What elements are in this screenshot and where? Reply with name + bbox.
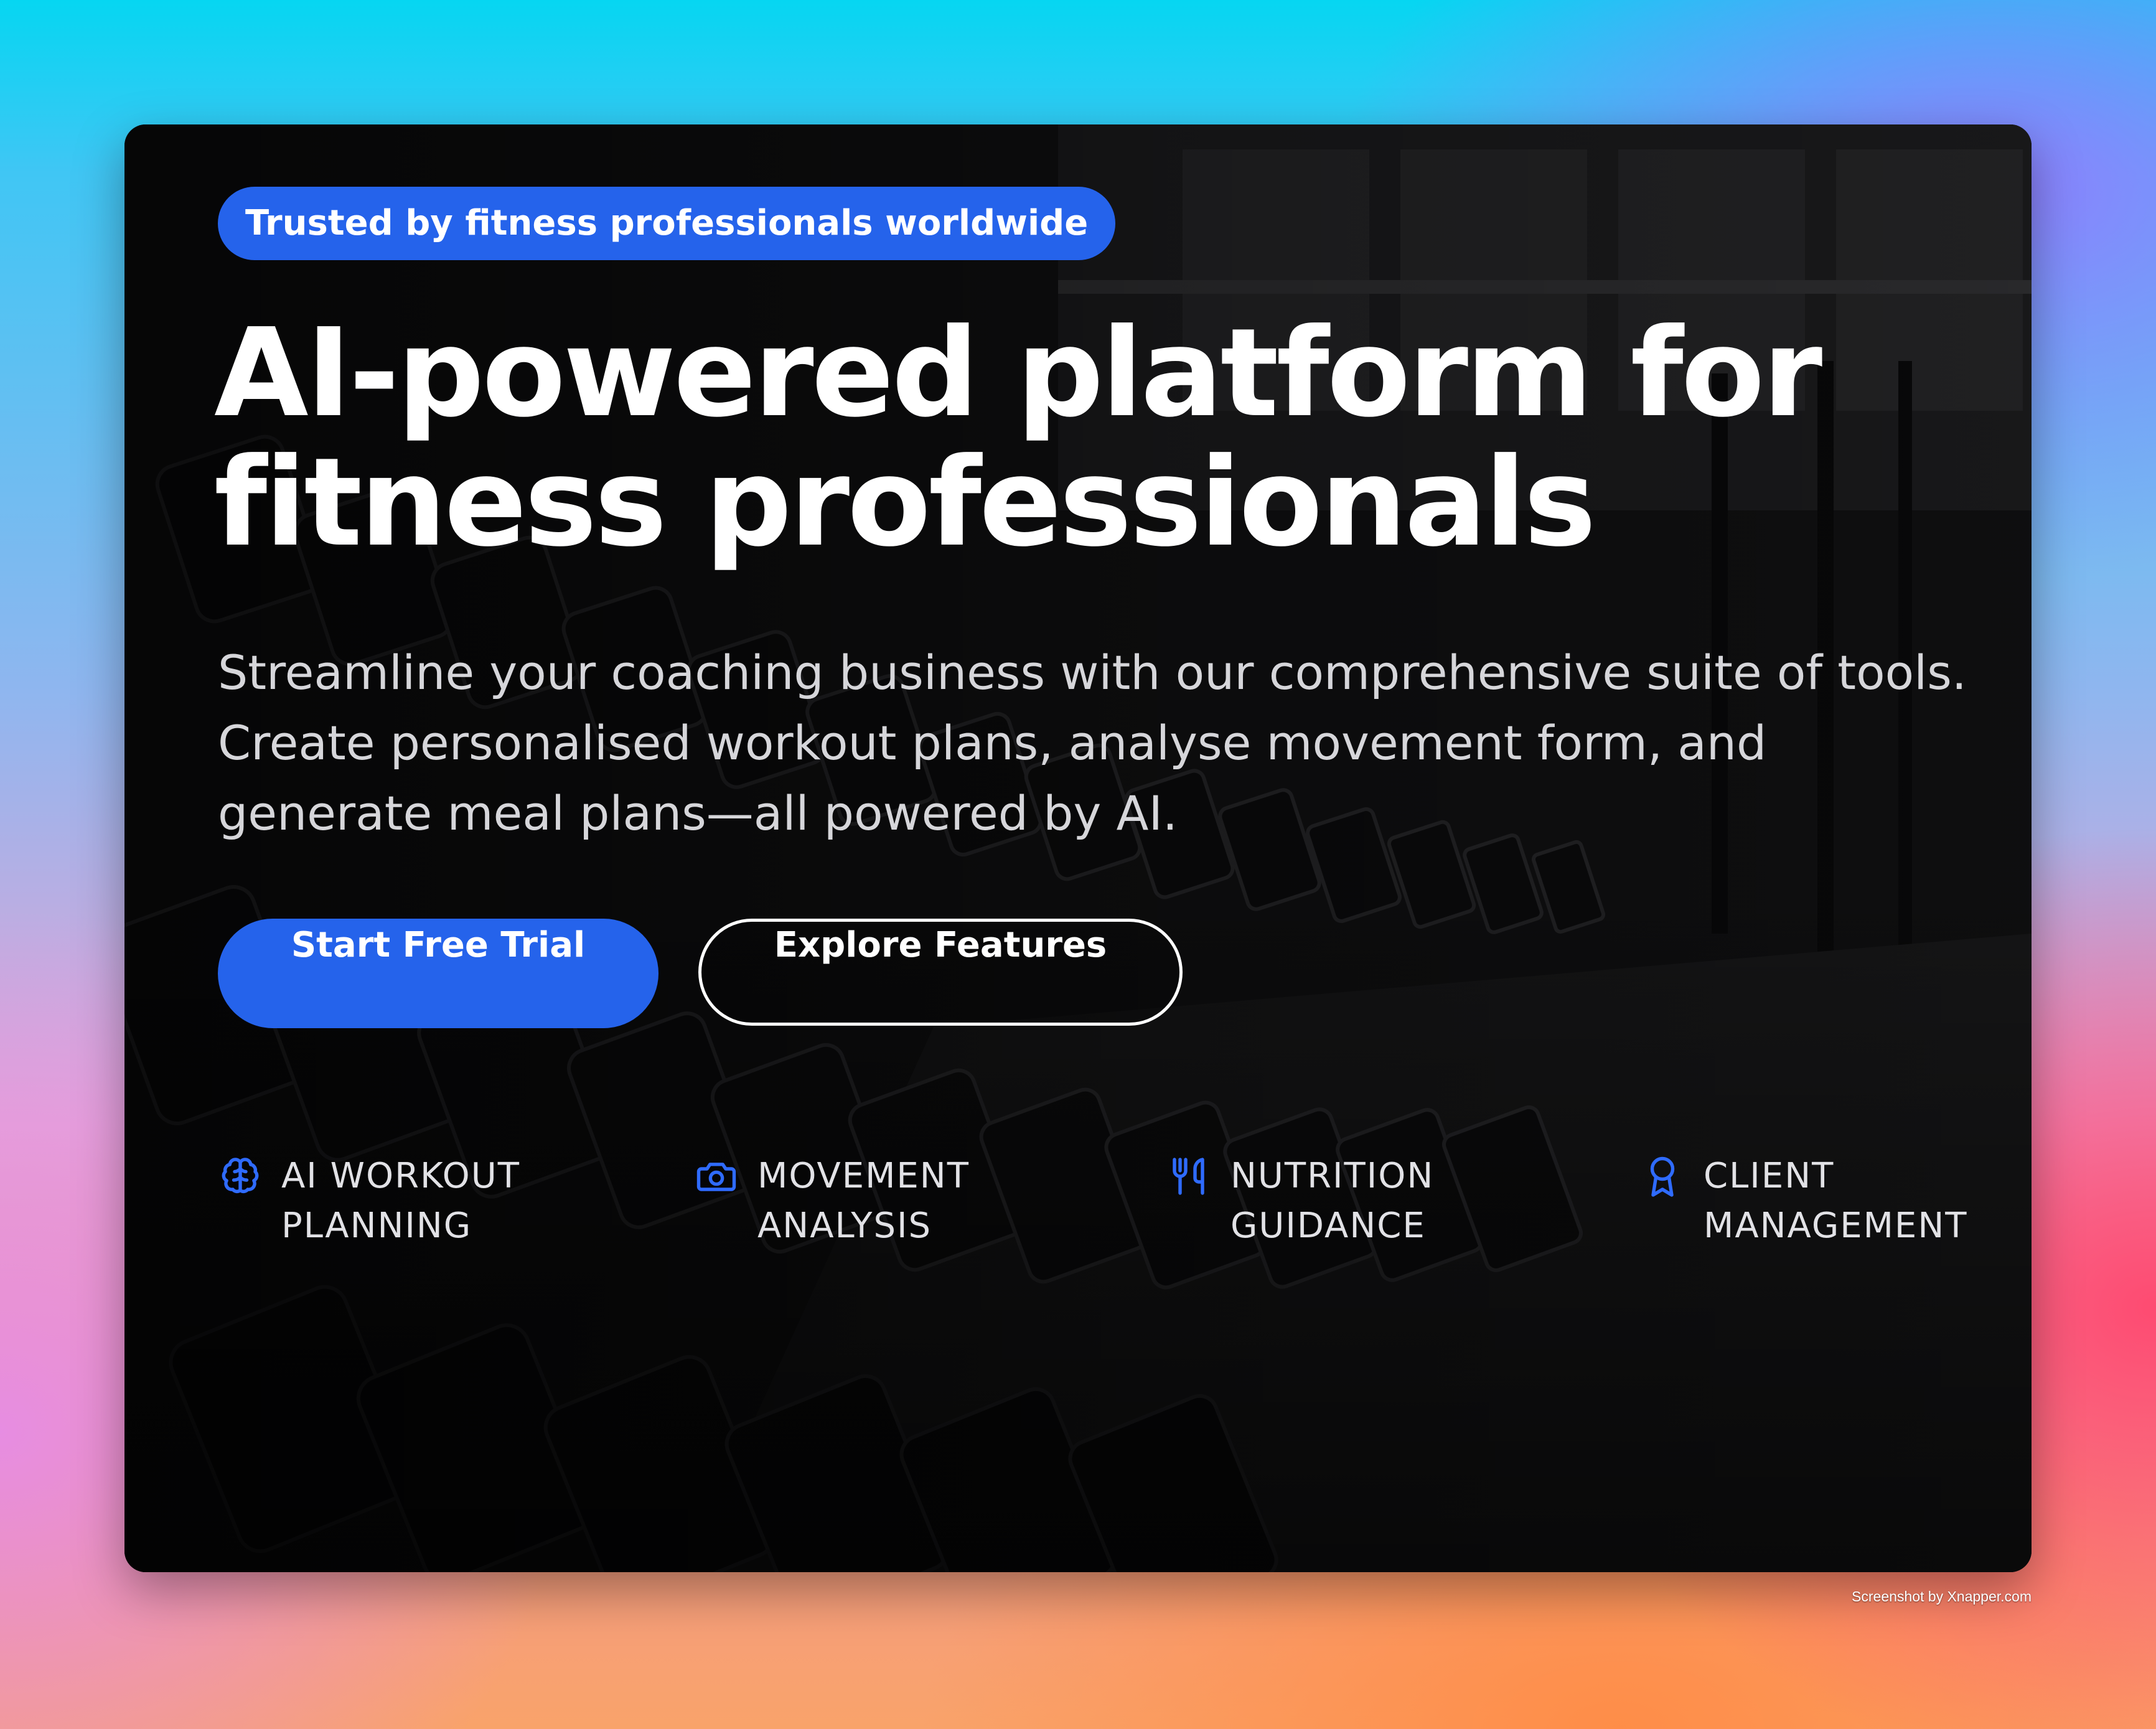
- feature-label-line-1: AI WORKOUT: [281, 1156, 520, 1196]
- feature-label-line-1: CLIENT: [1704, 1156, 1835, 1196]
- hero-subtitle: Streamline your coaching business with o…: [218, 637, 2032, 848]
- screenshot-watermark: Screenshot by Xnapper.com: [1852, 1588, 2032, 1605]
- subtitle-line-2: Create personalised workout plans, analy…: [218, 715, 1767, 771]
- subtitle-line-1: Streamline your coaching business with o…: [218, 645, 1967, 700]
- feature-movement-analysis: MOVEMENT ANALYSIS: [694, 1151, 970, 1251]
- feature-label-line-1: NUTRITION: [1230, 1156, 1435, 1196]
- feature-label: CLIENT MANAGEMENT: [1704, 1151, 1967, 1251]
- feature-label-line-2: PLANNING: [281, 1206, 472, 1246]
- feature-label-line-2: GUIDANCE: [1230, 1206, 1426, 1246]
- hero-content: Trusted by fitness professionals worldwi…: [214, 187, 2032, 848]
- feature-label-line-2: MANAGEMENT: [1704, 1206, 1968, 1246]
- subtitle-line-3: generate meal plans—all powered by AI.: [218, 785, 1178, 841]
- start-free-trial-button[interactable]: Start Free Trial: [218, 919, 659, 1028]
- feature-ai-workout-planning: AI WORKOUT PLANNING: [218, 1151, 520, 1251]
- feature-label-line-1: MOVEMENT: [757, 1156, 970, 1196]
- explore-features-button[interactable]: Explore Features: [698, 919, 1183, 1026]
- feature-nutrition-guidance: NUTRITION GUIDANCE: [1167, 1151, 1434, 1251]
- utensils-icon: [1173, 1158, 1204, 1195]
- trust-badge: Trusted by fitness professionals worldwi…: [218, 187, 1116, 260]
- feature-label-line-2: ANALYSIS: [757, 1206, 932, 1246]
- hero-headline: AI-powered platform for fitness professi…: [214, 309, 2032, 568]
- feature-label: MOVEMENT ANALYSIS: [757, 1151, 970, 1251]
- award-icon: [1650, 1156, 1675, 1197]
- brain-icon: [222, 1158, 259, 1193]
- camera-icon: [696, 1163, 736, 1191]
- feature-label: AI WORKOUT PLANNING: [281, 1151, 520, 1251]
- feature-client-management: CLIENT MANAGEMENT: [1640, 1151, 1967, 1251]
- headline-line-2: fitness professionals: [214, 432, 1596, 574]
- headline-line-1: AI-powered platform for: [214, 302, 1822, 444]
- feature-label: NUTRITION GUIDANCE: [1230, 1151, 1434, 1251]
- hero-card: Trusted by fitness professionals worldwi…: [124, 124, 2032, 1572]
